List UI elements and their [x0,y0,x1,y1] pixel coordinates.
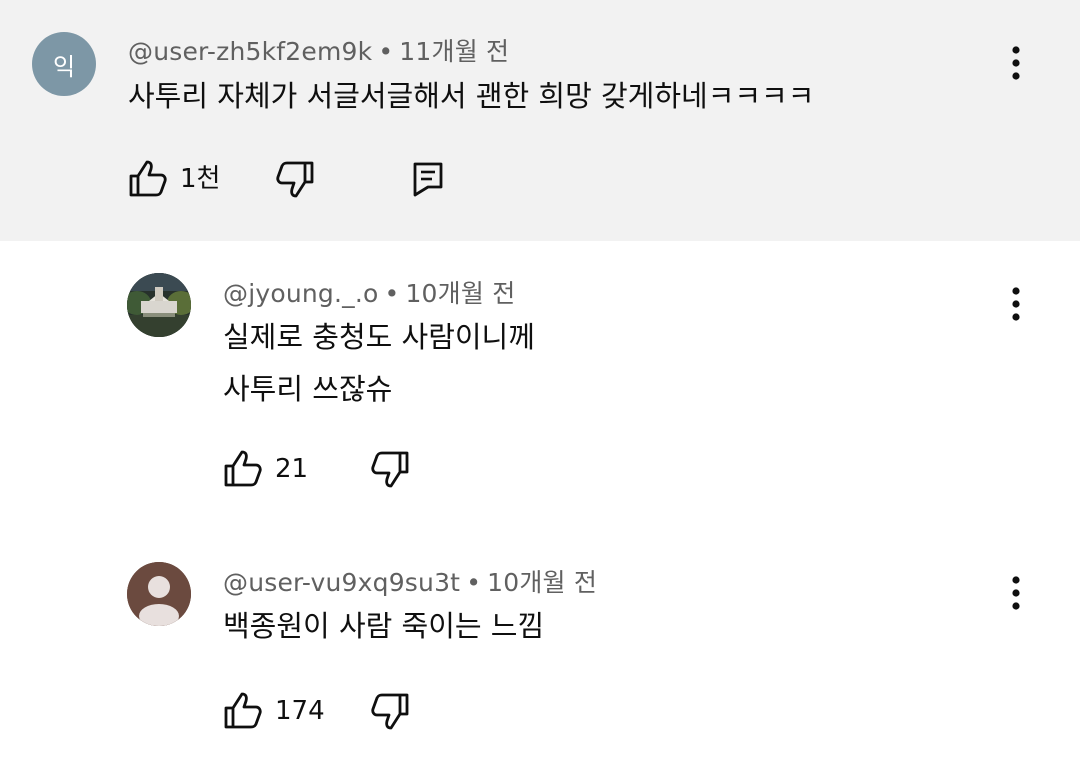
comment-item: @user-vu9xq9su3t • 10개월 전 백종원이 사람 죽이는 느낌 1… [0,516,1080,762]
comment-meta: @user-vu9xq9su3t • 10개월 전 [223,563,597,599]
thumb-up-icon [224,692,262,729]
comment-text: 백종원이 사람 죽이는 느낌 [223,600,544,652]
like-button[interactable] [223,691,263,731]
like-count: 21 [275,454,309,484]
like-button[interactable] [128,159,168,199]
like-button[interactable] [223,449,263,489]
comment-author[interactable]: @user-vu9xq9su3t [223,568,460,597]
comment-meta: @user-zh5kf2em9k • 11개월 전 [128,32,509,68]
thumb-up-icon [129,160,167,197]
comment-text-line: 사투리 쓰잖슈 [223,372,393,406]
more-options-button[interactable] [996,274,1036,334]
comment-text-line: 백종원이 사람 죽이는 느낌 [223,609,545,643]
avatar[interactable] [127,562,191,626]
comment-item: 익 @user-zh5kf2em9k • 11개월 전 사투리 자체가 서글서글해서… [0,0,1080,241]
dislike-button[interactable] [370,691,410,731]
like-count: 1천 [180,164,221,194]
thumb-up-icon [224,450,262,487]
default-user-icon [127,562,191,626]
comment-meta: @jyoung._.o • 10개월 전 [223,274,515,310]
thumb-down-icon [371,451,409,488]
comment-text: 사투리 자체가 서글서글해서 괜한 희망 갖게하네ㅋㅋㅋㅋ [128,70,814,122]
comment-time: 11개월 전 [399,37,510,66]
comment-actions: 21 [0,448,1080,492]
comment-text-line: 실제로 충청도 사람이니께 [223,320,535,354]
comment-text: 실제로 충청도 사람이니께 사투리 쓰잖슈 [223,311,535,415]
thumb-down-icon [371,693,409,730]
comment-item: @jyoung._.o • 10개월 전 실제로 충청도 사람이니께 사투리 쓰잖슈… [0,241,1080,516]
avatar[interactable] [127,273,191,337]
comment-time: 10개월 전 [487,568,598,597]
avatar-photo-image [127,273,191,337]
reply-button[interactable] [408,159,448,199]
comment-author[interactable]: @user-zh5kf2em9k [128,37,372,66]
comment-actions: 1천 [0,158,1080,202]
comment-time: 10개월 전 [405,279,516,308]
meta-separator: • [384,279,400,308]
comment-text-line: 사투리 자체가 서글서글해서 괜한 희망 갖게하네ㅋㅋㅋㅋ [128,79,815,113]
comment-author[interactable]: @jyoung._.o [223,279,378,308]
dislike-button[interactable] [275,159,315,199]
more-vert-icon [1012,576,1020,610]
meta-separator: • [466,568,482,597]
more-vert-icon [1012,287,1020,321]
dislike-button[interactable] [370,449,410,489]
more-options-button[interactable] [996,33,1036,93]
thumb-down-icon [276,161,314,198]
avatar[interactable]: 익 [32,32,96,96]
meta-separator: • [378,37,394,66]
comment-reply-icon [413,162,443,197]
avatar-letter: 익 [52,52,76,81]
comment-actions: 174 [0,690,1080,734]
like-count: 174 [275,696,325,726]
more-options-button[interactable] [996,563,1036,623]
more-vert-icon [1012,46,1020,80]
